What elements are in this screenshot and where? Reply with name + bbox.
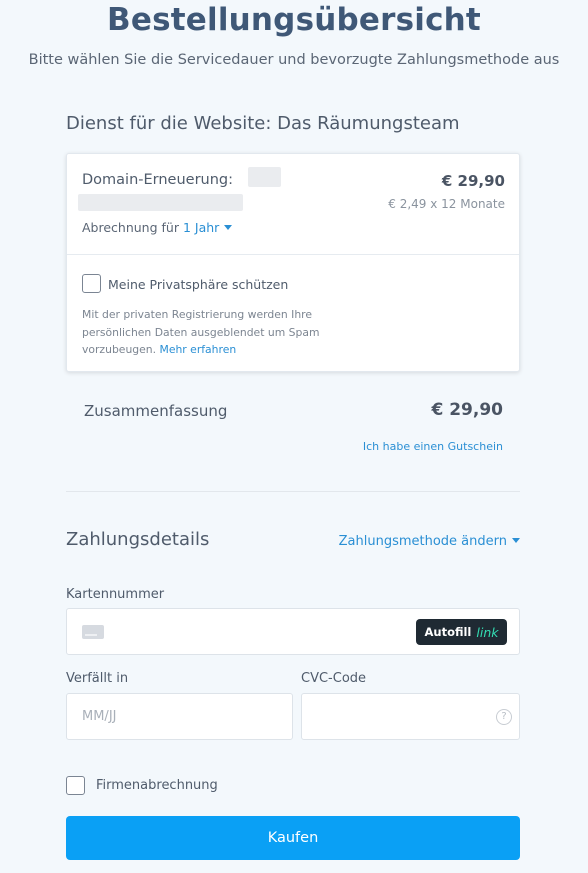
redacted-domain-name <box>248 167 281 187</box>
section-divider <box>66 491 520 492</box>
product-card: Domain-Erneuerung: € 29,90 € 2,49 x 12 M… <box>66 153 520 372</box>
caret-down-icon[interactable] <box>224 225 233 230</box>
page-subtitle: Bitte wählen Sie die Servicedauer und be… <box>28 52 560 68</box>
monthly-price: € 2,49 x 12 Monate <box>388 197 505 211</box>
expiry-placeholder: MM/JJ <box>82 709 117 724</box>
summary-label: Zusammenfassung <box>84 402 228 420</box>
learn-more-link[interactable]: Mehr erfahren <box>160 343 237 356</box>
card-divider <box>67 254 519 255</box>
domain-renewal-text: Domain-Erneuerung: <box>82 172 234 188</box>
cvc-input[interactable]: ? <box>301 693 520 740</box>
billing-prefix: Abrechnung für <box>82 220 179 235</box>
billing-period-dropdown[interactable]: 1 Jahr <box>183 220 233 235</box>
autofill-link-button[interactable]: Autofill link <box>416 619 507 645</box>
change-payment-method-dropdown[interactable]: Zahlungsmethode ändern <box>339 534 520 549</box>
link-brand-logo[interactable]: link <box>476 625 498 640</box>
cvc-label: CVC-Code <box>301 671 367 686</box>
autofill-label[interactable]: Autofill <box>424 625 471 639</box>
summary-total: € 29,90 <box>431 400 503 420</box>
buy-button[interactable]: Kaufen <box>66 816 520 860</box>
caret-down-icon[interactable] <box>512 538 520 543</box>
privacy-description: Mit der privaten Registrierung werden Ih… <box>82 306 332 359</box>
page-title: Bestellungsübersicht <box>107 2 481 38</box>
card-number-label: Kartennummer <box>66 587 165 602</box>
card-number-input[interactable]: Autofill link <box>66 608 520 655</box>
redacted-domain-line <box>78 194 243 211</box>
billing-period: Abrechnung für 1 Jahr <box>82 220 233 235</box>
privacy-checkbox[interactable] <box>82 274 101 293</box>
payment-heading: Zahlungsdetails <box>66 529 210 550</box>
change-payment-method-label[interactable]: Zahlungsmethode ändern <box>339 534 507 549</box>
product-price: € 29,90 <box>441 172 505 190</box>
service-heading: Dienst für die Website: Das Räumungsteam <box>66 113 460 134</box>
privacy-label[interactable]: Meine Privatsphäre schützen <box>108 277 288 292</box>
question-circle-icon[interactable]: ? <box>496 709 512 725</box>
expiry-input[interactable]: MM/JJ <box>66 693 293 740</box>
billing-period-value[interactable]: 1 Jahr <box>183 220 219 235</box>
voucher-link[interactable]: Ich habe einen Gutschein <box>363 440 503 453</box>
domain-renewal-label: Domain-Erneuerung: <box>82 172 233 188</box>
company-billing-label[interactable]: Firmenabrechnung <box>96 778 218 793</box>
company-billing-checkbox[interactable] <box>66 776 85 795</box>
expiry-label: Verfällt in <box>66 671 129 686</box>
credit-card-icon <box>82 625 104 639</box>
